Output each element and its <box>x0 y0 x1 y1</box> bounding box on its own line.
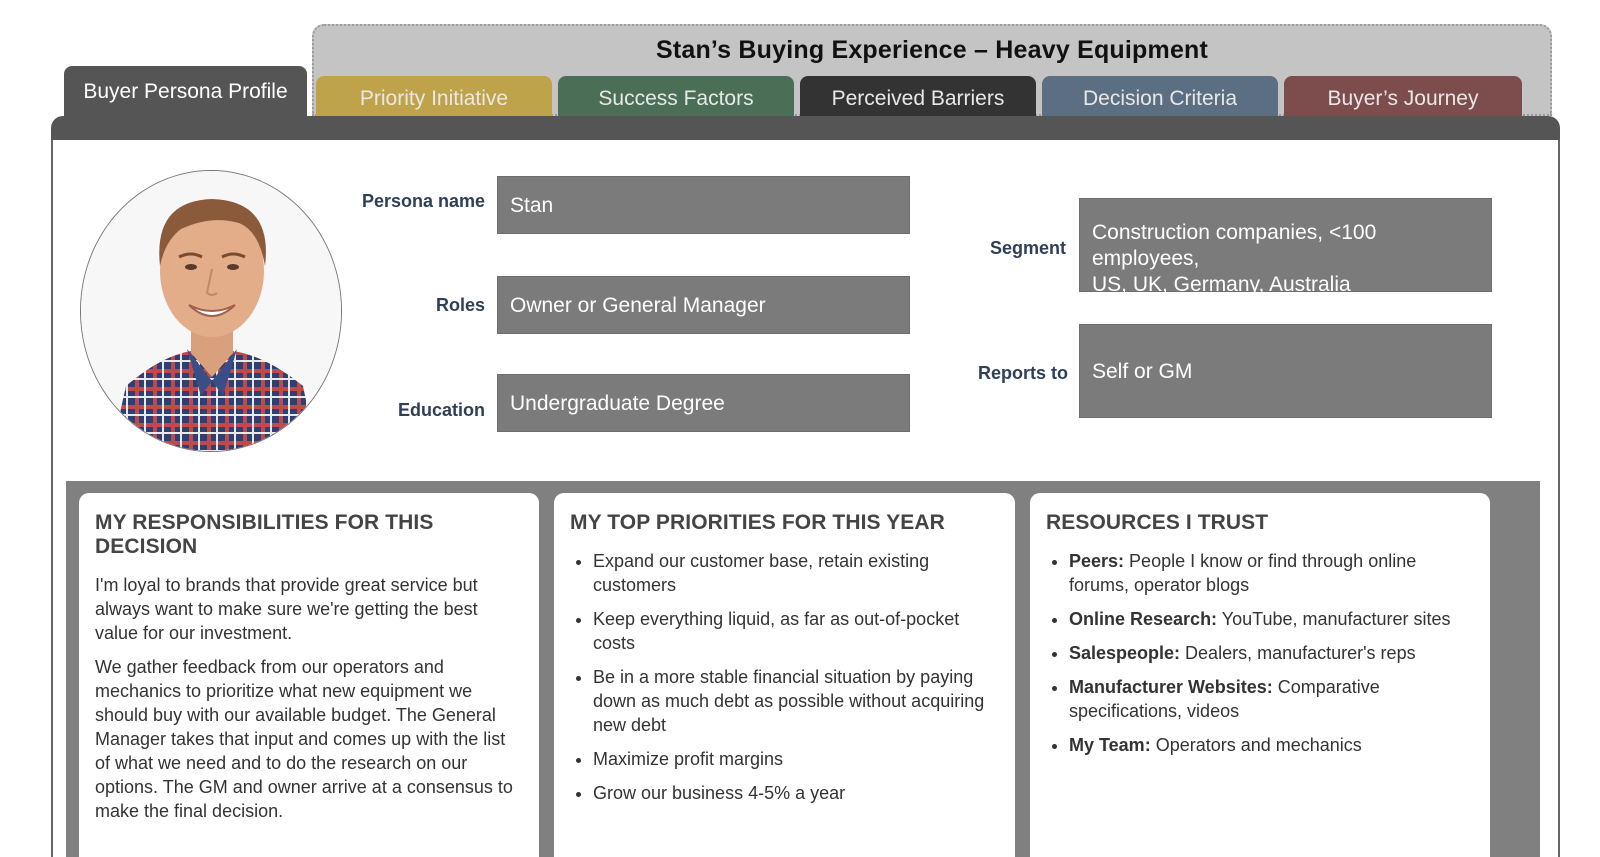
reports-to-label: Reports to <box>978 363 1068 383</box>
page-title: Stan’s Buying Experience – Heavy Equipme… <box>655 36 1209 64</box>
tab-decision-criteria[interactable]: Decision Criteria <box>1042 76 1278 116</box>
list-item: My Team: Operators and mechanics <box>1069 733 1474 757</box>
list-item: Peers: People I know or find through onl… <box>1069 549 1474 597</box>
resource-label: Peers: <box>1069 551 1125 571</box>
responsibilities-card: MY RESPONSIBILITIES FOR THIS DECISION I'… <box>79 493 539 857</box>
person-portrait-icon <box>81 171 341 451</box>
persona-name-field: Stan <box>497 176 910 234</box>
resources-list: Peers: People I know or find through onl… <box>1046 549 1474 757</box>
tab-priority-initiative[interactable]: Priority Initiative <box>316 76 552 116</box>
resource-text: Dealers, manufacturer's reps <box>1180 643 1416 663</box>
resource-label: Manufacturer Websites: <box>1069 677 1273 697</box>
education-label: Education <box>397 400 485 420</box>
list-item: Be in a more stable financial situation … <box>593 665 999 737</box>
responsibilities-title: MY RESPONSIBILITIES FOR THIS DECISION <box>95 511 434 558</box>
resource-text: YouTube, manufacturer sites <box>1217 609 1451 629</box>
list-item: Expand our customer base, retain existin… <box>593 549 999 597</box>
segment-line-2: US, UK, Germany, Australia <box>1092 273 1351 296</box>
persona-photo <box>80 170 342 452</box>
list-item: Salespeople: Dealers, manufacturer's rep… <box>1069 641 1474 665</box>
priorities-title: MY TOP PRIORITIES FOR THIS YEAR <box>570 511 945 534</box>
tab-buyer-persona-profile[interactable]: Buyer Persona Profile <box>64 66 307 116</box>
resource-label: My Team: <box>1069 735 1151 755</box>
resources-card: RESOURCES I TRUST Peers: People I know o… <box>1030 493 1490 857</box>
persona-name-label: Persona name <box>361 191 485 211</box>
tab-buyers-journey[interactable]: Buyer’s Journey <box>1284 76 1522 116</box>
segment-field: Construction companies, <100 employees, … <box>1079 198 1492 296</box>
roles-field: Owner or General Manager <box>497 276 910 334</box>
segment-label: Segment <box>989 238 1066 258</box>
tab-success-factors[interactable]: Success Factors <box>558 76 794 116</box>
responsibilities-paragraph: I'm loyal to brands that provide great s… <box>95 575 478 643</box>
list-item: Manufacturer Websites: Comparative speci… <box>1069 675 1474 723</box>
resource-label: Salespeople: <box>1069 643 1181 663</box>
list-item: Keep everything liquid, as far as out-of… <box>593 607 999 655</box>
list-item: Online Research: YouTube, manufacturer s… <box>1069 607 1474 631</box>
segment-line-1: Construction companies, <100 employees, <box>1092 221 1377 270</box>
reports-to-field: Self or GM <box>1079 324 1492 418</box>
resource-label: Online Research: <box>1069 609 1218 629</box>
priorities-list: Expand our customer base, retain existin… <box>570 549 999 805</box>
priorities-card: MY TOP PRIORITIES FOR THIS YEAR Expand o… <box>554 493 1015 857</box>
roles-label: Roles <box>435 295 485 315</box>
education-field: Undergraduate Degree <box>497 374 910 432</box>
resources-title: RESOURCES I TRUST <box>1046 511 1269 534</box>
list-item: Grow our business 4-5% a year <box>593 781 999 805</box>
tab-perceived-barriers[interactable]: Perceived Barriers <box>800 76 1036 116</box>
list-item: Maximize profit margins <box>593 747 999 771</box>
responsibilities-paragraph: We gather feedback from our operators an… <box>95 657 513 821</box>
resource-text: Operators and mechanics <box>1150 735 1362 755</box>
frame-header-bar <box>51 116 1560 141</box>
